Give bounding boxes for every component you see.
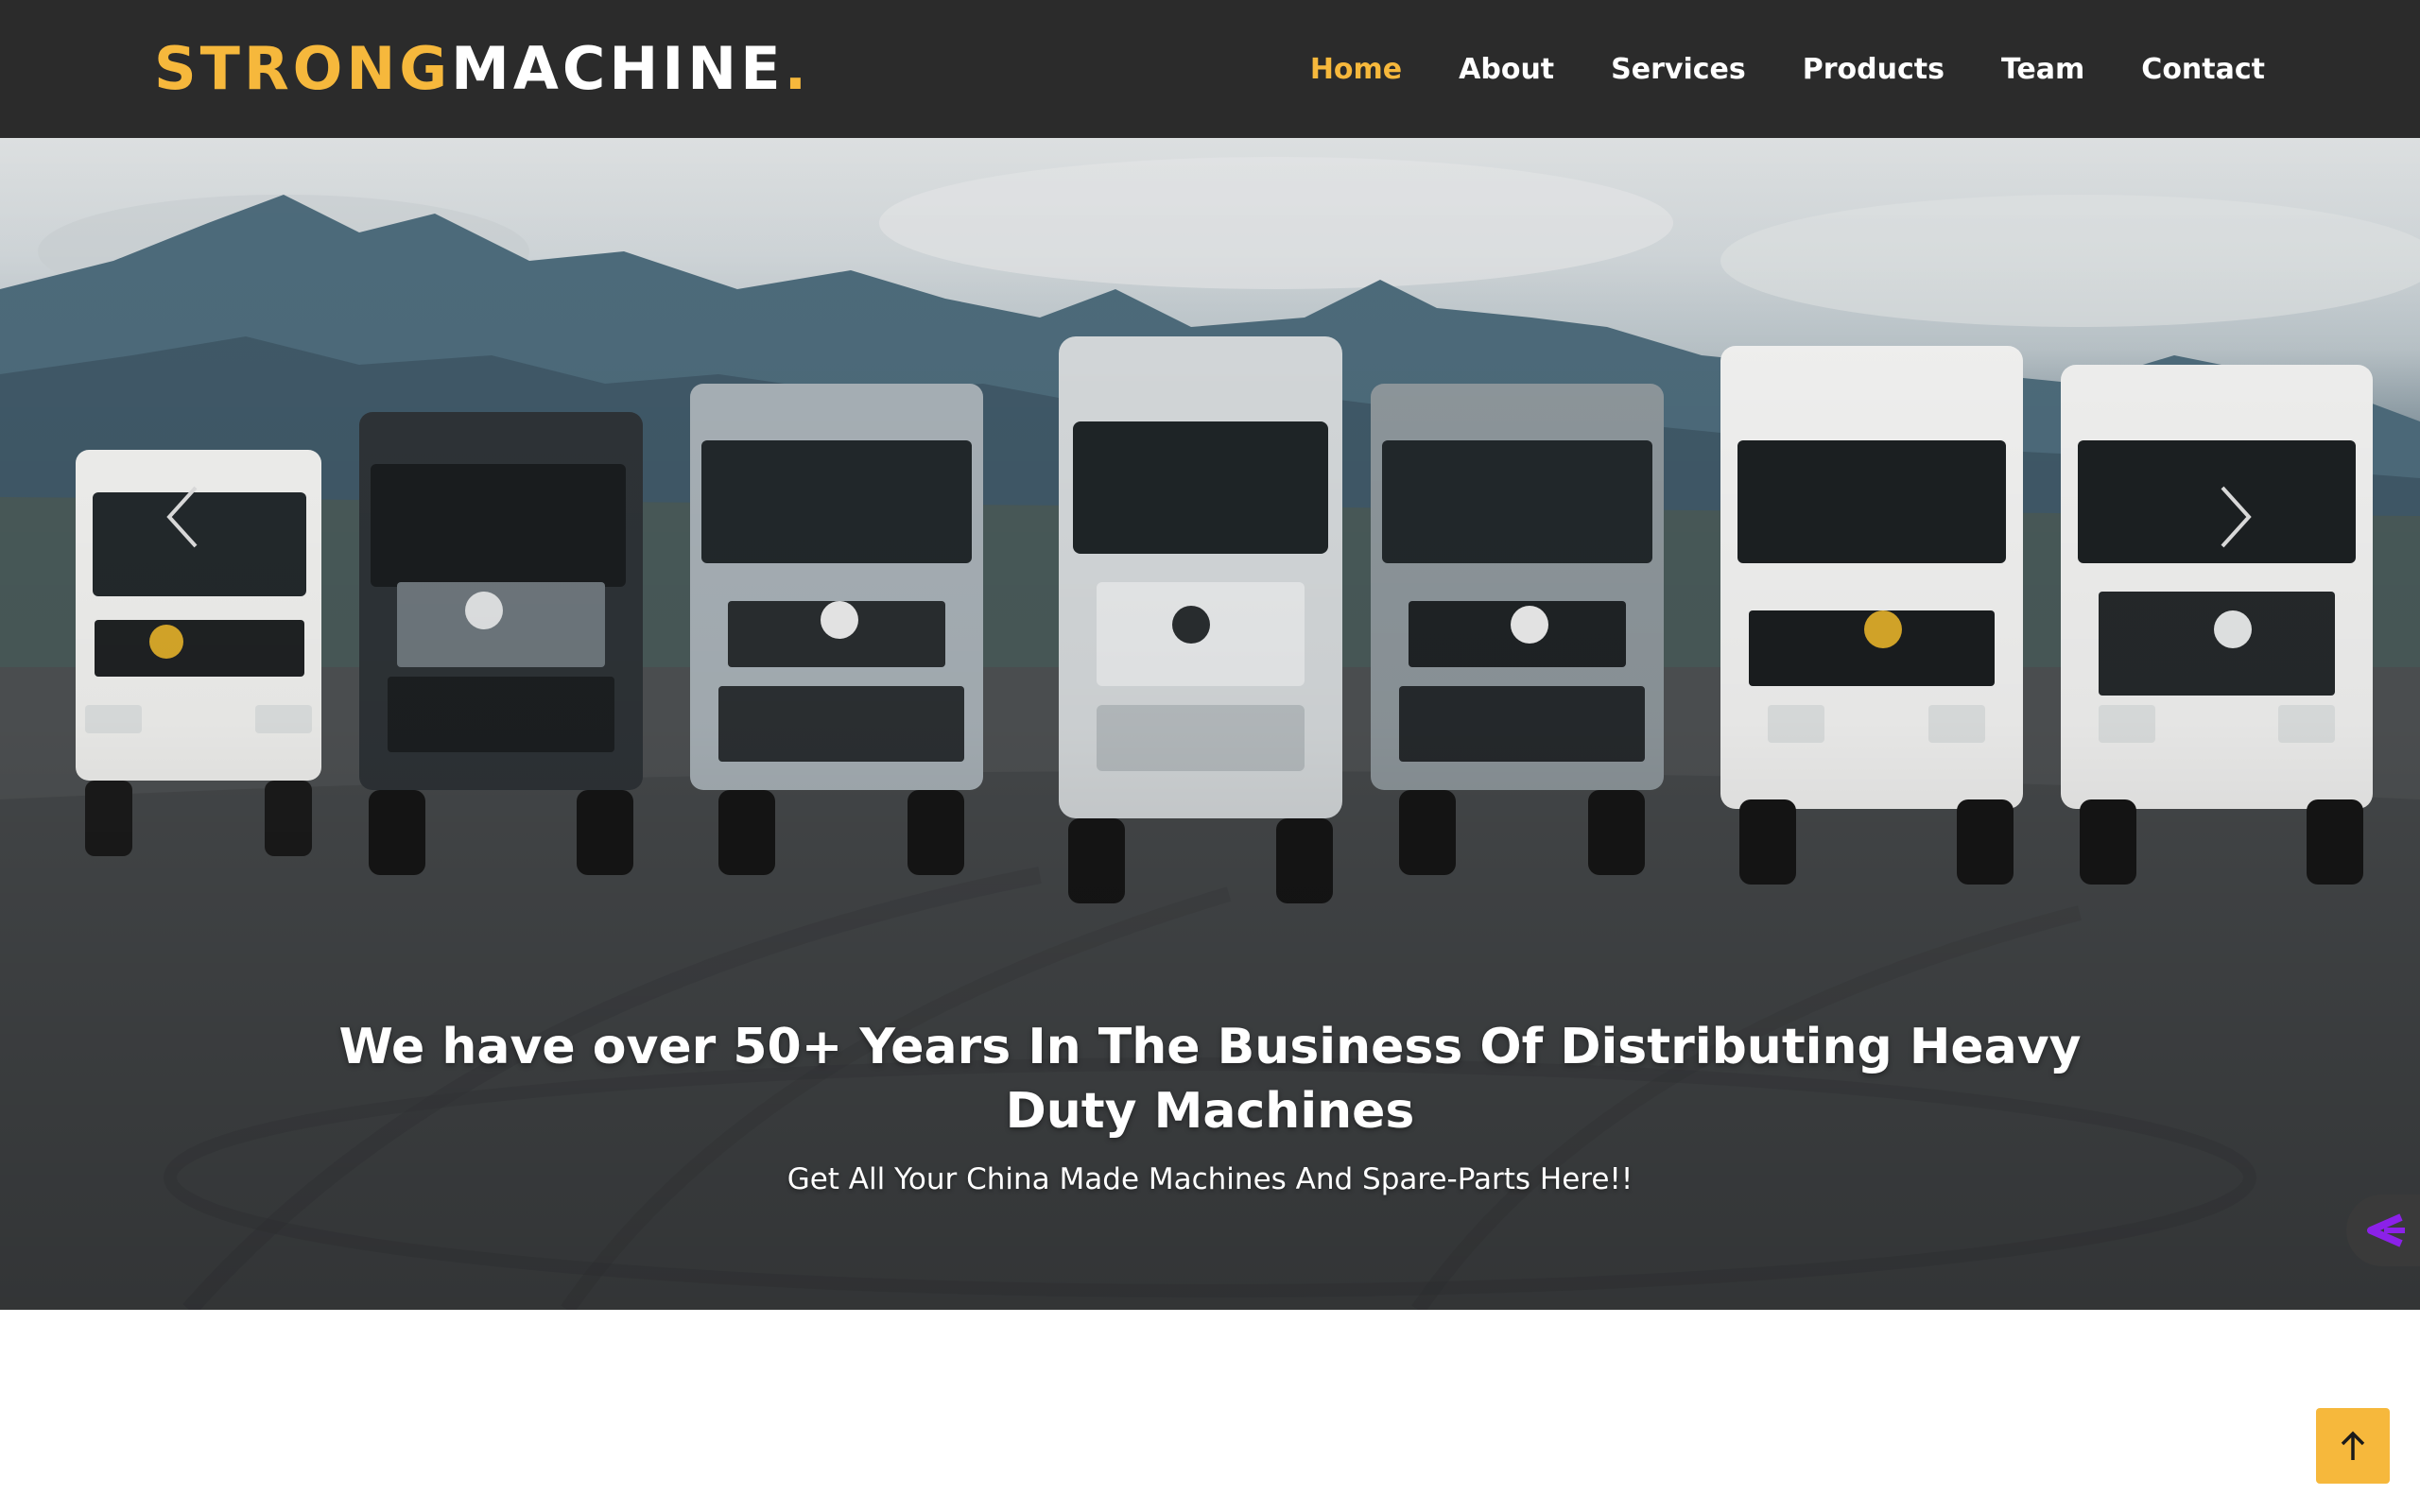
brand-part-machine: MACHINE	[451, 34, 785, 103]
nav-services[interactable]: Services	[1611, 53, 1746, 86]
carousel-prev-button[interactable]	[149, 474, 216, 559]
hero-heading: We have over 50+ Years In The Business O…	[338, 1019, 2082, 1140]
hero-subheading: Get All Your China Made Machines And Spa…	[786, 1162, 1634, 1196]
site-header: STRONGMACHINE. Home About Services Produ…	[0, 0, 2420, 138]
main-nav: Home About Services Products Team Contac…	[1310, 0, 2265, 138]
nav-home[interactable]: Home	[1310, 53, 1402, 86]
hero-carousel: We have over 50+ Years In The Business O…	[0, 138, 2420, 1310]
chevron-right-icon	[2221, 486, 2252, 548]
nav-products[interactable]: Products	[1803, 53, 1945, 86]
brand-part-strong: STRONG	[154, 34, 452, 103]
brand-logo[interactable]: STRONGMACHINE.	[154, 34, 810, 104]
carousel-next-button[interactable]	[2203, 474, 2269, 559]
chat-widget-button[interactable]	[2346, 1194, 2420, 1266]
chat-widget-icon	[2367, 1213, 2405, 1247]
nav-team[interactable]: Team	[2001, 53, 2084, 86]
arrow-up-icon	[2341, 1431, 2365, 1460]
nav-contact[interactable]: Contact	[2141, 53, 2265, 86]
back-to-top-button[interactable]	[2316, 1408, 2390, 1484]
nav-about[interactable]: About	[1459, 53, 1554, 86]
brand-dot: .	[784, 34, 811, 103]
chevron-left-icon	[166, 486, 198, 548]
